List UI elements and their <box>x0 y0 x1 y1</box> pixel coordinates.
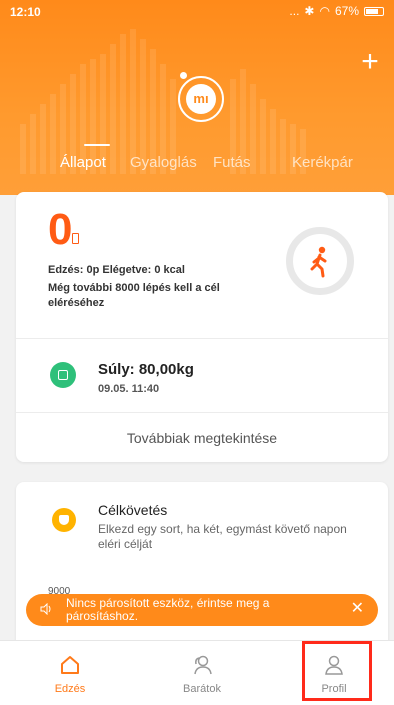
mi-logo-text: mı <box>186 84 216 114</box>
shield-badge-icon <box>52 508 76 532</box>
signal-dots: ... <box>289 4 300 18</box>
walking-person-icon <box>310 246 327 278</box>
phone-icon <box>72 233 79 244</box>
goal-description: Elkezd egy sort, ha két, egymást követő … <box>98 522 347 551</box>
goal-title: Célkövetés <box>98 502 168 518</box>
weight-value: Súly: 80,00kg <box>98 361 194 378</box>
bluetooth-icon: ✱ <box>304 4 315 18</box>
header: 12:10 ... ✱ ◠ 67% + mı Állapot Gyaloglás… <box>0 0 394 195</box>
nav-label-edzes: Edzés <box>54 683 86 695</box>
goal-card[interactable] <box>16 482 388 652</box>
tab-kerekpar[interactable]: Kerékpár <box>292 154 353 171</box>
home-icon <box>61 656 79 674</box>
mi-logo: mı <box>178 76 224 122</box>
logo-dot <box>180 72 187 79</box>
nav-label-baratok: Barátok <box>183 683 221 695</box>
toast-message: Nincs párosított eszköz, érintse meg a p… <box>66 596 270 623</box>
speaker-icon <box>40 603 51 615</box>
tab-gyaloglas[interactable]: Gyaloglás <box>130 154 197 171</box>
pairing-toast[interactable]: Nincs párosított eszköz, érintse meg a p… <box>26 594 378 626</box>
steps-count: 0 <box>48 205 73 254</box>
card-divider <box>16 338 388 339</box>
battery-icon <box>364 6 384 16</box>
status-time: 12:10 <box>10 5 41 19</box>
card-divider <box>16 412 388 413</box>
tab-futas[interactable]: Futás <box>213 154 251 171</box>
close-icon[interactable]: ✕ <box>351 601 364 617</box>
friends-icon <box>194 655 212 675</box>
status-icons: ... ✱ ◠ 67% <box>289 4 384 18</box>
nav-edzes[interactable]: Edzés <box>30 641 110 705</box>
battery-percent: 67% <box>334 4 359 18</box>
activity-tabs: Állapot Gyaloglás Futás Kerékpár <box>0 154 394 178</box>
view-more-link[interactable]: Továbbiak megtekintése <box>16 430 388 446</box>
tab-indicator <box>84 144 110 146</box>
remaining-steps-text: Még további 8000 lépés kell a cél elérés… <box>48 282 220 309</box>
scale-icon <box>50 362 76 388</box>
add-icon[interactable]: + <box>358 47 382 77</box>
weight-date: 09.05. 11:40 <box>98 383 160 395</box>
status-bar: 12:10 ... ✱ ◠ 67% <box>0 0 394 24</box>
highlight-box <box>302 641 372 701</box>
nav-baratok[interactable]: Barátok <box>162 641 242 705</box>
workout-summary: Edzés: 0p Elégetve: 0 kcal <box>48 264 185 276</box>
wifi-icon: ◠ <box>319 4 330 18</box>
tab-allapot[interactable]: Állapot <box>60 154 106 171</box>
